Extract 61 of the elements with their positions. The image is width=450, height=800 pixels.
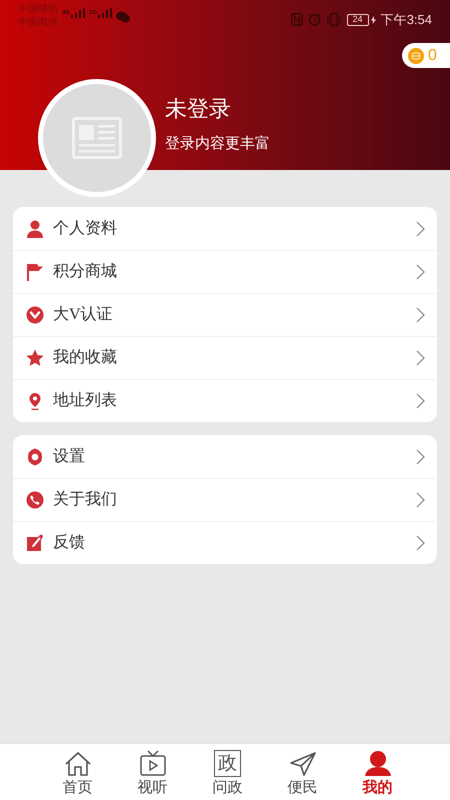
home-icon	[64, 750, 92, 777]
menu-label: 关于我们	[53, 490, 118, 510]
nav-tab[interactable]: 视听	[136, 744, 170, 800]
flag-icon	[26, 263, 44, 281]
menu-item[interactable]: 积分商城	[13, 250, 437, 293]
carrier-name: 中国移动	[18, 3, 58, 16]
nfc-icon	[290, 13, 303, 26]
chevron-right-icon	[416, 307, 425, 323]
alarm-icon	[308, 13, 321, 26]
chevron-right-icon	[416, 535, 425, 551]
chevron-right-icon	[416, 393, 425, 409]
nav-tab[interactable]: 我的	[360, 744, 394, 800]
text-box-icon: 政	[214, 750, 241, 777]
menu-item[interactable]: 个人资料	[13, 207, 437, 250]
menu-item[interactable]: 反馈	[13, 521, 437, 564]
status-time: 下午3:54	[380, 11, 432, 29]
profile-name: 未登录	[165, 95, 231, 123]
nav-label: 问政	[212, 779, 242, 797]
phone-icon	[26, 491, 44, 509]
menu-label: 个人资料	[53, 218, 118, 238]
chevron-right-icon	[416, 448, 425, 464]
chevron-right-icon	[416, 220, 425, 236]
menu-label: 积分商城	[53, 262, 118, 282]
v-badge-icon	[26, 306, 44, 324]
signal-icon	[71, 8, 86, 18]
carrier-name: 中国电信	[18, 16, 58, 29]
person-icon	[26, 220, 44, 238]
menu-item[interactable]: 关于我们	[13, 478, 437, 521]
points-count: 0	[428, 46, 437, 66]
star-icon	[26, 349, 44, 367]
edit-icon	[26, 534, 44, 552]
chevron-right-icon	[416, 350, 425, 366]
nav-label: 视听	[138, 779, 168, 797]
nav-label: 便民	[288, 779, 318, 797]
battery-level: 24	[352, 15, 363, 24]
settings-icon	[26, 448, 44, 466]
vibrate-icon	[326, 13, 342, 26]
signal-icon	[98, 8, 112, 18]
nav-label: 我的	[362, 779, 392, 797]
chevron-right-icon	[416, 264, 425, 280]
coin-icon	[408, 48, 424, 64]
chat-icon	[116, 11, 130, 23]
menu-label: 地址列表	[53, 390, 118, 411]
user-icon	[364, 750, 392, 777]
send-icon	[288, 750, 316, 777]
menu-item[interactable]: 地址列表	[13, 379, 437, 422]
menu-label: 大V认证	[53, 304, 114, 325]
menu-label: 反馈	[53, 532, 86, 553]
menu-label: 设置	[53, 446, 86, 466]
nav-tab[interactable]: 政 问政	[210, 744, 244, 800]
menu-item[interactable]: 设置	[13, 435, 437, 478]
menu-label: 我的收藏	[53, 348, 118, 368]
nav-tab[interactable]: 首页	[60, 744, 94, 800]
tv-icon	[138, 750, 166, 777]
menu-item[interactable]: 大V认证	[13, 293, 437, 336]
menu-item[interactable]: 我的收藏	[13, 336, 437, 379]
charging-icon	[370, 16, 376, 24]
profile-subtitle: 登录内容更丰富	[165, 134, 270, 154]
nav-label: 首页	[62, 779, 92, 797]
nav-tab[interactable]: 便民	[286, 744, 320, 800]
chevron-right-icon	[416, 492, 425, 508]
